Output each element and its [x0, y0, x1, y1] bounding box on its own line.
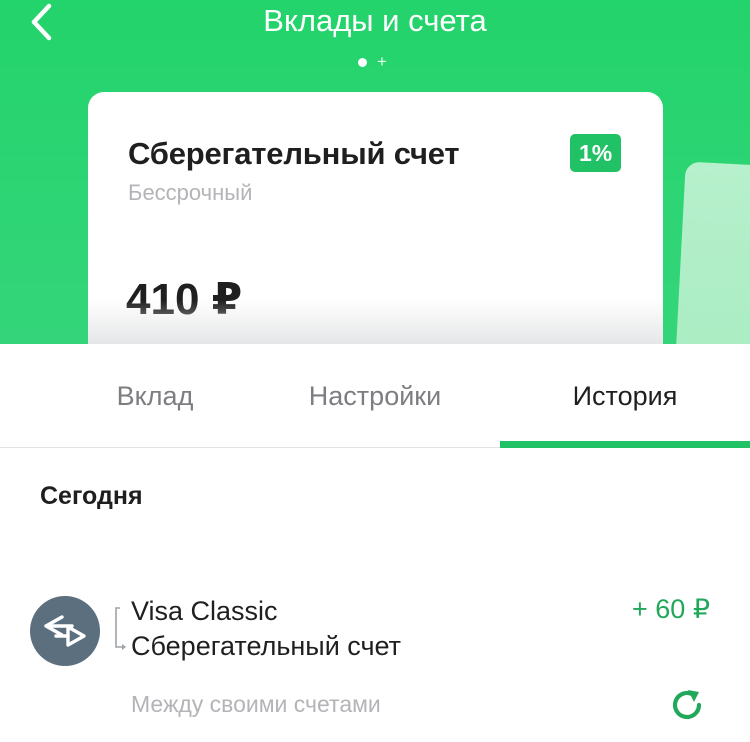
transaction-amount: + 60 ₽: [632, 594, 710, 624]
repeat-icon[interactable]: [668, 686, 706, 724]
transaction-destination: Сберегательный счет: [131, 631, 402, 661]
tab-label: Настройки: [308, 380, 442, 411]
account-card[interactable]: Сберегательный счет Бессрочный 1% 410 ₽: [88, 92, 663, 344]
history-date-header: Сегодня: [40, 482, 143, 510]
transaction-avatar: [30, 596, 100, 666]
interest-rate-badge: 1%: [570, 134, 622, 172]
page-add-indicator: +: [377, 52, 387, 71]
page-indicator: +: [358, 52, 398, 71]
tab-deposit[interactable]: Вклад: [30, 344, 280, 448]
header: Вклады и счета + Сберегательный счет Бес…: [0, 0, 750, 344]
tab-bar: Вклад Настройки История: [0, 344, 750, 448]
tab-settings[interactable]: Настройки: [250, 344, 500, 448]
page-title: Вклады и счета: [263, 3, 487, 38]
transfer-arrows-icon: [44, 615, 86, 647]
tab-history[interactable]: История: [500, 344, 750, 448]
transaction-source: Visa Classic: [131, 596, 278, 626]
active-tab-indicator: [500, 441, 750, 448]
account-term: Бессрочный: [128, 180, 253, 205]
next-account-card-peek[interactable]: [674, 161, 750, 344]
page-dot-active: [358, 57, 367, 67]
tab-label: История: [572, 380, 678, 411]
account-title: Сберегательный счет: [128, 136, 460, 171]
tab-label: Вклад: [116, 380, 194, 411]
transaction-category: Между своими счетами: [131, 691, 381, 717]
account-balance: 410 ₽: [126, 275, 243, 324]
transfer-connector-icon: [115, 607, 126, 650]
transaction-row[interactable]: Visa Classic Сберегательный счет + 60 ₽ …: [0, 580, 750, 740]
